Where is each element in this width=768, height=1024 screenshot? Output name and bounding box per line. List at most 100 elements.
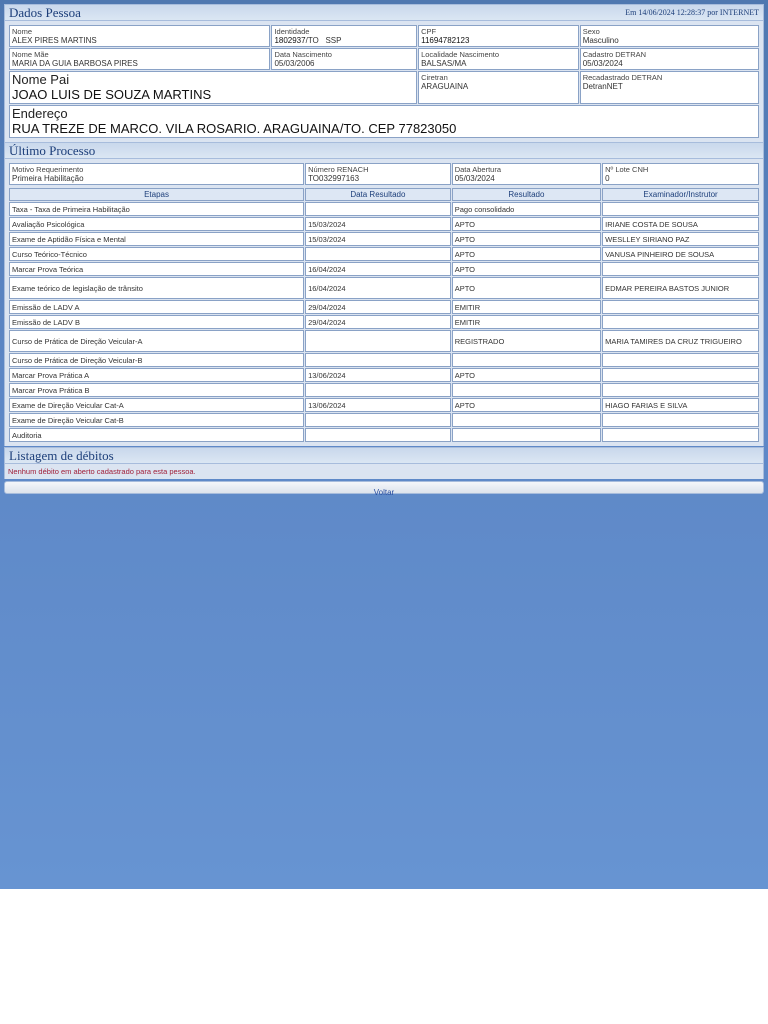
sexo-cell: Sexo Masculino (579, 25, 759, 47)
cell-examinador: WESLLEY SIRIANO PAZ (602, 232, 759, 246)
cell-resultado: APTO (451, 262, 602, 276)
cell-resultado (451, 413, 602, 427)
localidade-label: Localidade Nascimento (421, 50, 500, 59)
cell-data: 15/03/2024 (305, 232, 451, 246)
table-row: Exame de Aptidão Física e Mental 15/03/20… (9, 232, 759, 246)
process-section-header: Último Processo (4, 142, 764, 159)
identidade-suffix: /TO SSP (305, 36, 342, 45)
table-row: Emissão de LADV B 29/04/2024 EMITIR (9, 315, 759, 329)
lote-label: Nº Lote CNH (605, 165, 649, 174)
pai-cell: Nome Pai JOAO LUIS DE SOUZA MARTINS (9, 71, 418, 104)
cell-resultado: Pago consolidado (451, 202, 602, 216)
table-row: Marcar Prova Teórica 16/04/2024 APTO (9, 262, 759, 276)
motivo-cell: Motivo Requerimento Primeira Habilitação (9, 163, 305, 185)
table-row: Emissão de LADV A 29/04/2024 EMITIR (9, 300, 759, 314)
cell-resultado: APTO (451, 368, 602, 382)
cell-etapa: Curso Teórico-Técnico (9, 247, 305, 261)
cell-data (305, 428, 451, 442)
cell-etapa: Emissão de LADV A (9, 300, 305, 314)
ciretran-cell: Ciretran ARAGUAINA (418, 71, 579, 104)
back-bar: Voltar (4, 481, 764, 497)
cell-data (305, 353, 451, 367)
person-section-header: Dados Pessoa Em 14/06/2024 12:28:37 por … (4, 4, 764, 21)
abertura-label: Data Abertura (454, 165, 501, 174)
cell-etapa: Curso de Prática de Direção Veicular-A (9, 330, 305, 352)
motivo-value: Primeira Habilitação (12, 174, 84, 183)
table-row: Curso de Prática de Direção Veicular-B (9, 353, 759, 367)
cell-resultado: APTO (451, 277, 602, 299)
cell-data: 16/04/2024 (305, 277, 451, 299)
cell-examinador (602, 383, 759, 397)
sexo-value: Masculino (582, 36, 619, 45)
col-etapas: Etapas (9, 188, 305, 201)
cpf-value: 11694782123 (421, 36, 470, 45)
cell-examinador (602, 368, 759, 382)
cell-examinador: MARIA TAMIRES DA CRUZ TRIGUEIRO (602, 330, 759, 352)
process-section-title: Último Processo (9, 143, 96, 158)
cell-data (305, 330, 451, 352)
cell-data: 13/06/2024 (305, 368, 451, 382)
recadastrado-cell: Recadastrado DETRAN DetranNET (579, 71, 759, 104)
cell-examinador (602, 262, 759, 276)
identidade-number: 1802937 (274, 36, 306, 45)
ciretran-value: ARAGUAINA (421, 82, 469, 91)
steps-body: Taxa - Taxa de Primeira Habilitação Pago … (9, 202, 759, 442)
table-row: Avaliação Psicológica 15/03/2024 APTO IRIAN… (9, 217, 759, 231)
cell-data: 15/03/2024 (305, 217, 451, 231)
cell-etapa: Marcar Prova Teórica (9, 262, 305, 276)
cell-etapa: Curso de Prática de Direção Veicular-B (9, 353, 305, 367)
table-row: Exame de Direção Veicular Cat-A 13/06/202… (9, 398, 759, 412)
table-row: Curso Teórico-Técnico APTO VANUSA PINHEIRO… (9, 247, 759, 261)
cell-resultado: EMITIR (451, 300, 602, 314)
cell-resultado (451, 353, 602, 367)
nascimento-cell: Data Nascimento 05/03/2006 (271, 48, 418, 70)
cell-examinador (602, 353, 759, 367)
process-info-table: Motivo Requerimento Primeira Habilitação… (8, 162, 760, 186)
endereco-value: RUA TREZE DE MARCO. VILA ROSARIO. ARAGUA… (12, 121, 457, 136)
cpf-cell: CPF 11694782123 (418, 25, 579, 47)
localidade-value: BALSAS/MA (421, 59, 467, 68)
cell-data (305, 247, 451, 261)
table-row: Auditoria (9, 428, 759, 442)
table-row: Marcar Prova Prática B (9, 383, 759, 397)
debits-section-title: Listagem de débitos (9, 448, 114, 463)
cell-examinador (602, 202, 759, 216)
cell-examinador (602, 300, 759, 314)
person-table: Nome ALEX PIRES MARTINS Identidade 18029… (8, 24, 760, 139)
back-link[interactable]: Voltar (374, 488, 394, 497)
cell-resultado (451, 428, 602, 442)
cell-etapa: Marcar Prova Prática A (9, 368, 305, 382)
table-row: Taxa - Taxa de Primeira Habilitação Pago … (9, 202, 759, 216)
cell-resultado: REGISTRADO (451, 330, 602, 352)
recadastrado-label: Recadastrado DETRAN (582, 73, 663, 82)
localidade-cell: Localidade Nascimento BALSAS/MA (418, 48, 579, 70)
debits-message: Nenhum débito em aberto cadastrado para … (4, 464, 764, 479)
main-container: Dados Pessoa Em 14/06/2024 12:28:37 por … (4, 4, 764, 497)
cell-examinador (602, 428, 759, 442)
cell-examinador: VANUSA PINHEIRO DE SOUSA (602, 247, 759, 261)
person-panel: Nome ALEX PIRES MARTINS Identidade 18029… (4, 21, 764, 142)
cell-examinador (602, 315, 759, 329)
cell-etapa: Marcar Prova Prática B (9, 383, 305, 397)
cell-data: 29/04/2024 (305, 300, 451, 314)
recadastrado-value: DetranNET (582, 82, 623, 91)
nascimento-value: 05/03/2006 (274, 59, 315, 68)
pai-value: JOAO LUIS DE SOUZA MARTINS (12, 87, 212, 102)
abertura-cell: Data Abertura 05/03/2024 (451, 163, 602, 185)
mae-label: Nome Mãe (12, 50, 49, 59)
cpf-label: CPF (421, 27, 437, 36)
endereco-label: Endereço (12, 106, 68, 121)
motivo-label: Motivo Requerimento (12, 165, 84, 174)
identidade-label: Identidade (274, 27, 310, 36)
cell-data (305, 413, 451, 427)
renach-value: TO032997163 (308, 174, 360, 183)
cell-resultado: APTO (451, 247, 602, 261)
ciretran-label: Ciretran (421, 73, 448, 82)
nome-value: ALEX PIRES MARTINS (12, 36, 97, 45)
cell-resultado (451, 383, 602, 397)
process-steps-table: Etapas Data Resultado Resultado Examinad… (8, 187, 760, 443)
identidade-cell: Identidade 1802937/TO SSP (271, 25, 418, 47)
cadastro-value: 05/03/2024 (582, 59, 623, 68)
process-panel: Motivo Requerimento Primeira Habilitação… (4, 159, 764, 446)
renach-cell: Número RENACH TO032997163 (305, 163, 451, 185)
